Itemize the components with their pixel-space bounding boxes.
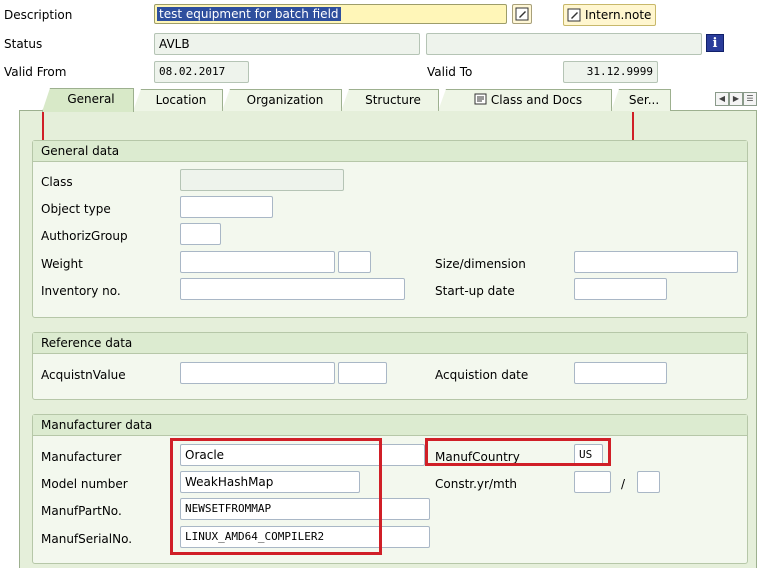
description-input[interactable]: test equipment for batch field — [154, 4, 507, 24]
acq-value-label: AcquistnValue — [41, 368, 126, 382]
pencil-icon — [567, 8, 581, 22]
acq-date-label: Acquistion date — [435, 368, 529, 382]
tab-structure[interactable]: Structure — [341, 89, 439, 111]
weight-unit-input[interactable] — [338, 251, 371, 273]
tab-structure-label: Structure — [365, 93, 421, 107]
reference-data-title: Reference data — [41, 336, 133, 350]
status-field: AVLB — [154, 33, 420, 55]
constr-month-input[interactable] — [637, 471, 660, 493]
weight-input[interactable] — [180, 251, 335, 273]
tab-class-and-docs[interactable]: Class and Docs — [438, 89, 612, 111]
pencil-icon — [515, 7, 529, 21]
acq-date-input[interactable] — [574, 362, 667, 384]
tab-general[interactable]: General — [42, 88, 134, 112]
valid-to-field: 31.12.9999 — [563, 61, 658, 83]
size-dimension-label: Size/dimension — [435, 257, 526, 271]
info-icon[interactable]: i — [706, 34, 724, 52]
class-docs-icon — [474, 93, 487, 105]
authoriz-group-input[interactable] — [180, 223, 221, 245]
intern-note-button[interactable]: Intern.note — [563, 4, 657, 26]
highlight-box-manufacturer — [170, 438, 382, 555]
object-type-input[interactable] — [180, 196, 273, 218]
general-data-title: General data — [41, 144, 120, 158]
manufacturer-label: Manufacturer — [41, 450, 122, 464]
acq-value-input[interactable] — [180, 362, 335, 384]
model-number-label: Model number — [41, 477, 128, 491]
tab-serial[interactable]: Ser... — [611, 89, 671, 111]
tab-general-label: General — [67, 92, 115, 106]
tab-scroll-left-button[interactable]: ◀ — [715, 92, 729, 106]
size-dimension-input[interactable] — [574, 251, 738, 273]
constr-yr-mth-label: Constr.yr/mth — [435, 477, 518, 491]
intern-note-label: Intern.note — [585, 8, 652, 22]
highlight-box-country — [425, 438, 611, 466]
constr-separator: / — [621, 477, 626, 491]
tab-class-and-docs-label: Class and Docs — [490, 93, 583, 107]
tab-scroll-right-button[interactable]: ▶ — [729, 92, 743, 106]
tab-location[interactable]: Location — [133, 89, 223, 111]
valid-to-label: Valid To — [427, 65, 473, 79]
description-label: Description — [4, 8, 73, 22]
manufacturer-data-title: Manufacturer data — [41, 418, 153, 432]
constr-year-input[interactable] — [574, 471, 611, 493]
manuf-partno-label: ManufPartNo. — [41, 504, 122, 518]
tab-list-button[interactable]: ☰ — [743, 92, 757, 106]
status-label: Status — [4, 37, 43, 51]
inventory-input[interactable] — [180, 278, 405, 300]
class-label: Class — [41, 175, 73, 189]
manuf-serial-label: ManufSerialNo. — [41, 532, 133, 546]
description-value: test equipment for batch field — [157, 7, 341, 21]
weight-label: Weight — [41, 257, 83, 271]
class-field — [180, 169, 344, 191]
valid-from-label: Valid From — [4, 65, 67, 79]
inventory-label: Inventory no. — [41, 284, 121, 298]
manufacturer-data-header: Manufacturer data — [33, 415, 747, 436]
status-text-field — [426, 33, 702, 55]
edit-description-button[interactable] — [512, 4, 532, 24]
tab-organization-label: Organization — [246, 93, 324, 107]
valid-from-field: 08.02.2017 — [154, 61, 249, 83]
reference-data-header: Reference data — [33, 333, 747, 354]
general-data-header: General data — [33, 141, 747, 162]
tab-location-label: Location — [155, 93, 207, 107]
startup-date-label: Start-up date — [435, 284, 515, 298]
startup-date-input[interactable] — [574, 278, 667, 300]
acq-currency-input[interactable] — [338, 362, 387, 384]
object-type-label: Object type — [41, 202, 111, 216]
tab-organization[interactable]: Organization — [222, 89, 342, 111]
authoriz-group-label: AuthorizGroup — [41, 229, 128, 243]
tab-serial-label: Ser... — [628, 93, 660, 107]
